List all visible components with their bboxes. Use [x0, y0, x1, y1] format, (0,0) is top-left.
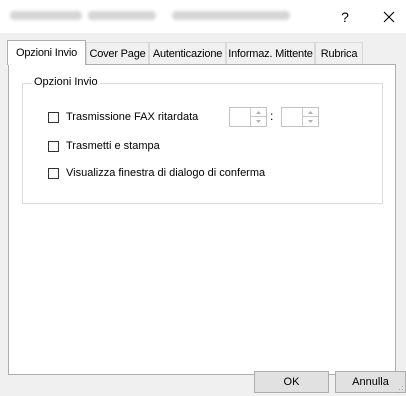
- confirm-dialog-label: Visualizza finestra di dialogo di confer…: [66, 167, 266, 179]
- resize-grip-icon[interactable]: [394, 384, 404, 394]
- minute-input[interactable]: [282, 108, 302, 126]
- help-button[interactable]: ?: [328, 2, 362, 32]
- tab-autenticazione[interactable]: Autenticazione: [149, 42, 226, 64]
- delayed-fax-label: Trasmissione FAX ritardata: [66, 111, 199, 123]
- close-icon: [383, 11, 395, 23]
- window-title-part: [172, 11, 290, 20]
- minute-up-button[interactable]: [303, 108, 318, 117]
- hour-spin-buttons: [250, 108, 266, 126]
- send-and-print-option[interactable]: Trasmetti e stampa: [48, 139, 160, 153]
- tab-cover-page[interactable]: Cover Page: [86, 42, 149, 64]
- minute-spin-buttons: [302, 108, 318, 126]
- send-and-print-checkbox[interactable]: [48, 140, 59, 152]
- delayed-fax-option[interactable]: Trasmissione FAX ritardata: [48, 110, 198, 124]
- close-button[interactable]: [372, 2, 406, 32]
- minute-spinner[interactable]: [281, 107, 319, 127]
- time-separator: :: [270, 109, 274, 123]
- confirm-dialog-checkbox[interactable]: [48, 167, 59, 179]
- window-title: [10, 11, 82, 20]
- tab-opzioni-invio[interactable]: Opzioni Invio: [7, 40, 86, 65]
- group-title: Opzioni Invio: [32, 76, 100, 88]
- confirm-dialog-option[interactable]: Visualizza finestra di dialogo di confer…: [48, 166, 265, 180]
- hour-down-button[interactable]: [251, 117, 266, 126]
- hour-up-button[interactable]: [251, 108, 266, 117]
- arrow-down-icon: [308, 120, 313, 123]
- minute-down-button[interactable]: [303, 117, 318, 126]
- hour-input[interactable]: [230, 108, 250, 126]
- hour-spinner[interactable]: [229, 107, 267, 127]
- arrow-down-icon: [256, 120, 261, 123]
- arrow-up-icon: [256, 110, 261, 114]
- title-bar: ?: [0, 0, 406, 33]
- send-and-print-label: Trasmetti e stampa: [66, 140, 160, 152]
- tab-rubrica[interactable]: Rubrica: [315, 42, 363, 64]
- delayed-fax-checkbox[interactable]: [48, 111, 59, 123]
- tab-informaz-mittente[interactable]: Informaz. Mittente: [226, 42, 315, 64]
- window-title-part: [88, 11, 156, 20]
- arrow-up-icon: [308, 110, 313, 114]
- ok-button[interactable]: OK: [254, 371, 329, 393]
